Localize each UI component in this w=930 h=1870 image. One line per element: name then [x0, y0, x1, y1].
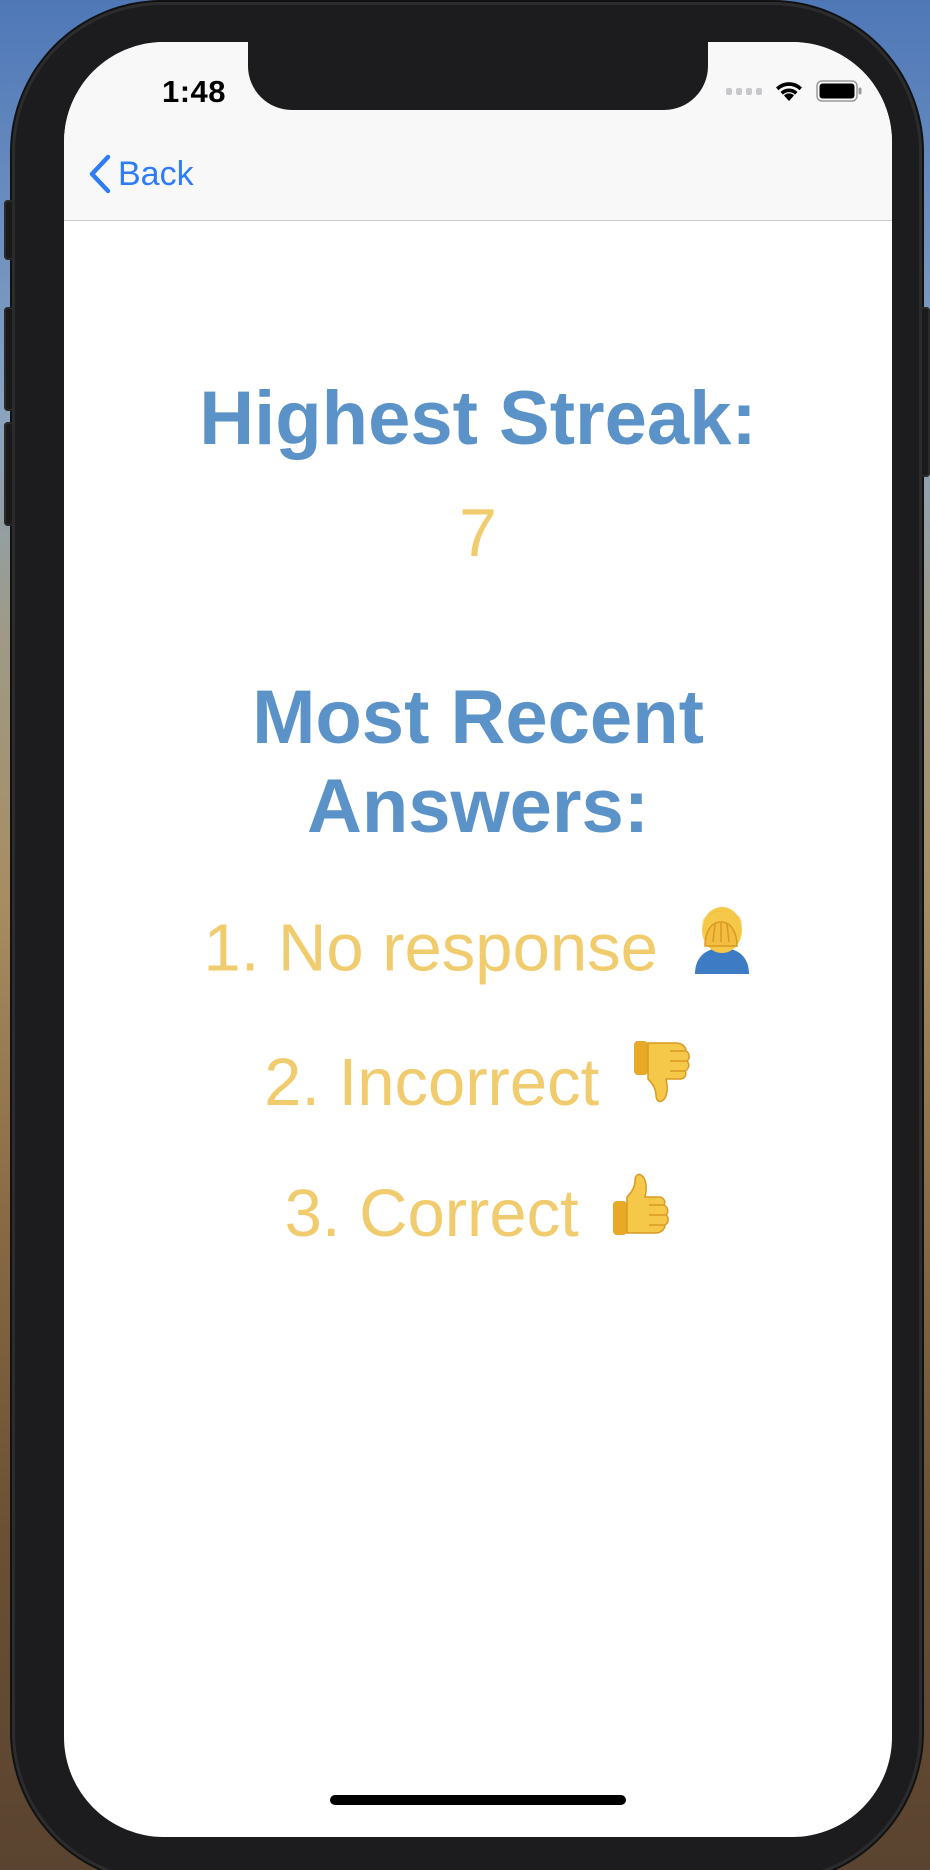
- wifi-icon: [776, 82, 802, 101]
- cellular-signal-icon: [726, 87, 762, 95]
- face-palm-icon: [691, 902, 753, 992]
- answer-item-3: 3. Correct: [64, 1171, 892, 1260]
- answer-text: 2. Incorrect: [264, 1045, 600, 1120]
- answer-item-2: 2. Incorrect: [64, 1041, 892, 1129]
- streak-value: 7: [459, 495, 497, 571]
- battery-icon: [816, 80, 862, 102]
- recent-answers-heading-line2: Answers:: [306, 764, 650, 849]
- volume-up-button: [4, 307, 14, 411]
- stats-content: Highest Streak: 7 Most Recent Answers: 1…: [64, 221, 892, 1261]
- mute-switch: [4, 200, 14, 260]
- answer-text: 1. No response: [203, 910, 658, 986]
- status-time: 1:48: [161, 74, 227, 109]
- notch: [248, 42, 708, 110]
- answer-text: 3. Correct: [284, 1176, 579, 1252]
- chevron-left-icon: [89, 154, 111, 194]
- back-label: Back: [118, 154, 194, 193]
- thumbs-down-icon: [632, 1039, 692, 1123]
- status-icons: [726, 80, 862, 102]
- answer-item-1: 1. No response: [64, 907, 892, 998]
- volume-down-button: [4, 422, 14, 526]
- back-button[interactable]: Back: [88, 154, 194, 194]
- home-indicator[interactable]: [330, 1795, 626, 1805]
- device-frame: 1:48 Back Highest Streak: 7 Most Recent …: [4, 2, 930, 1870]
- streak-heading: Highest Streak:: [199, 376, 757, 461]
- screen: 1:48 Back Highest Streak: 7 Most Recent …: [64, 42, 892, 1837]
- thumbs-up-icon: [611, 1171, 671, 1255]
- power-button: [920, 307, 930, 477]
- recent-answers-heading-line1: Most Recent: [252, 675, 704, 760]
